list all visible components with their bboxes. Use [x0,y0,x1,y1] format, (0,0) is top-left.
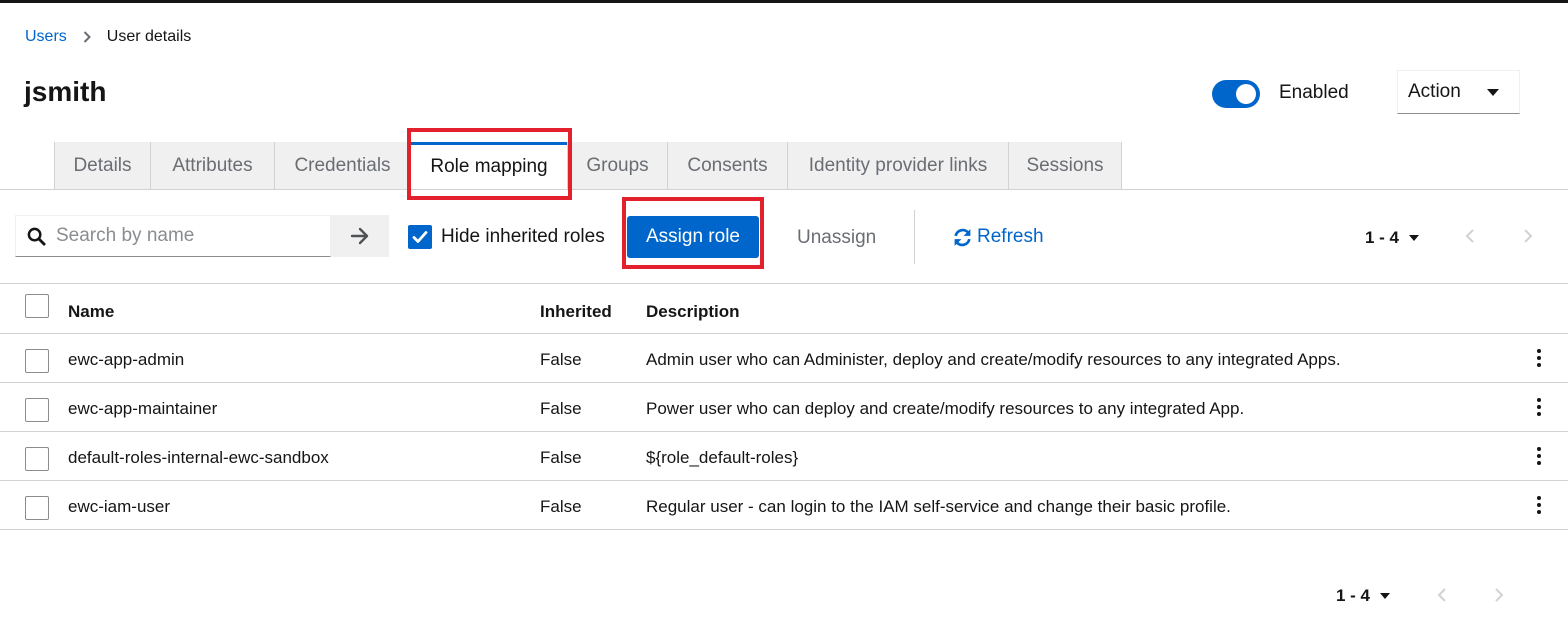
role-inherited: False [540,350,582,369]
checkmark-icon [412,230,428,244]
tab-identity-provider-links[interactable]: Identity provider links [788,142,1009,189]
assign-role-label: Assign role [646,226,740,247]
chevron-left-icon [1437,588,1446,602]
pagination-toggle-bottom[interactable]: 1 - 4 [1336,586,1391,606]
switch-knob [1236,84,1256,104]
assign-role-button[interactable]: Assign role [627,216,759,258]
role-name: ewc-app-admin [68,350,185,369]
row-checkbox[interactable] [25,349,49,373]
row-checkbox[interactable] [25,496,49,520]
column-header-inherited: Inherited [540,302,612,321]
page-title: jsmith [24,76,107,107]
role-description: ${role_default-roles} [646,448,799,467]
tab-label: Consents [687,154,768,176]
table-row: ewc-app-maintainer False Power user who … [0,383,1568,432]
arrow-right-icon [350,227,370,245]
unassign-button[interactable]: Unassign [797,227,876,249]
top-border [0,0,1568,3]
row-kebab-menu-icon[interactable] [1534,496,1544,514]
pagination-bottom: 1 - 4 [1336,586,1391,606]
tab-role-mapping[interactable]: Role mapping [411,142,567,189]
chevron-left-icon [1465,229,1474,243]
column-header-description: Description [646,302,740,321]
role-description: Regular user - can login to the IAM self… [646,497,1231,516]
role-description: Admin user who can Administer, deploy an… [646,350,1341,369]
table-row: ewc-iam-user False Regular user - can lo… [0,481,1568,530]
breadcrumb: Users User details [25,28,191,46]
tab-bar: Details Attributes Credentials Role mapp… [0,142,1568,190]
tab-groups[interactable]: Groups [567,142,668,189]
refresh-button[interactable]: Refresh [952,226,1044,248]
enabled-switch[interactable] [1212,80,1260,108]
caret-down-icon [1380,593,1391,599]
tab-details[interactable]: Details [54,142,151,189]
row-kebab-menu-icon[interactable] [1534,398,1544,416]
refresh-label: Refresh [977,226,1044,247]
row-kebab-menu-icon[interactable] [1534,447,1544,465]
pagination-count: 1 - 4 [1365,228,1400,247]
row-checkbox[interactable] [25,398,49,422]
prev-page-button-bottom[interactable] [1437,587,1447,603]
tab-label: Role mapping [430,156,548,177]
hide-inherited-checkbox[interactable] [408,225,432,249]
row-checkbox[interactable] [25,447,49,471]
prev-page-button[interactable] [1465,228,1475,244]
tab-attributes[interactable]: Attributes [151,142,275,189]
enabled-label: Enabled [1279,82,1349,103]
search-submit-button[interactable] [331,215,389,257]
role-description: Power user who can deploy and create/mod… [646,399,1245,418]
pagination-top: 1 - 4 [1365,228,1420,248]
role-name: ewc-iam-user [68,497,171,516]
row-kebab-menu-icon[interactable] [1534,349,1544,367]
caret-down-icon [1409,235,1420,241]
breadcrumb-users-link[interactable]: Users [25,28,67,46]
tab-label: Groups [586,154,649,176]
chevron-right-icon [1495,588,1504,602]
table-header-row: Name Inherited Description [0,284,1568,334]
chevron-right-icon [83,31,91,43]
tab-sessions[interactable]: Sessions [1009,142,1122,189]
tab-label: Credentials [294,154,391,176]
tab-label: Identity provider links [808,154,988,176]
table-row: default-roles-internal-ewc-sandbox False… [0,432,1568,481]
search-icon [27,227,46,246]
tab-label: Attributes [172,154,253,176]
search-box [15,215,331,257]
chevron-right-icon [1524,229,1533,243]
next-page-button[interactable] [1523,228,1533,244]
search-input[interactable] [54,224,314,248]
column-header-name[interactable]: Name [68,302,114,322]
next-page-button-bottom[interactable] [1494,587,1504,603]
role-name: default-roles-internal-ewc-sandbox [68,448,329,467]
toolbar-divider [914,210,915,264]
role-name: ewc-app-maintainer [68,399,218,418]
caret-down-icon [1487,88,1499,96]
hide-inherited-label: Hide inherited roles [441,226,605,247]
tab-consents[interactable]: Consents [668,142,788,189]
select-all-checkbox[interactable] [25,294,49,318]
tab-label: Details [73,154,132,176]
tab-credentials[interactable]: Credentials [275,142,411,189]
pagination-toggle[interactable]: 1 - 4 [1365,228,1420,248]
breadcrumb-current: User details [106,28,192,45]
refresh-icon [952,227,973,248]
role-inherited: False [540,399,582,418]
action-dropdown[interactable]: Action [1397,70,1520,114]
table-row: ewc-app-admin False Admin user who can A… [0,334,1568,383]
action-dropdown-label: Action [1408,81,1461,102]
role-inherited: False [540,497,582,516]
role-inherited: False [540,448,582,467]
pagination-count: 1 - 4 [1336,586,1371,605]
tab-label: Sessions [1026,154,1104,176]
